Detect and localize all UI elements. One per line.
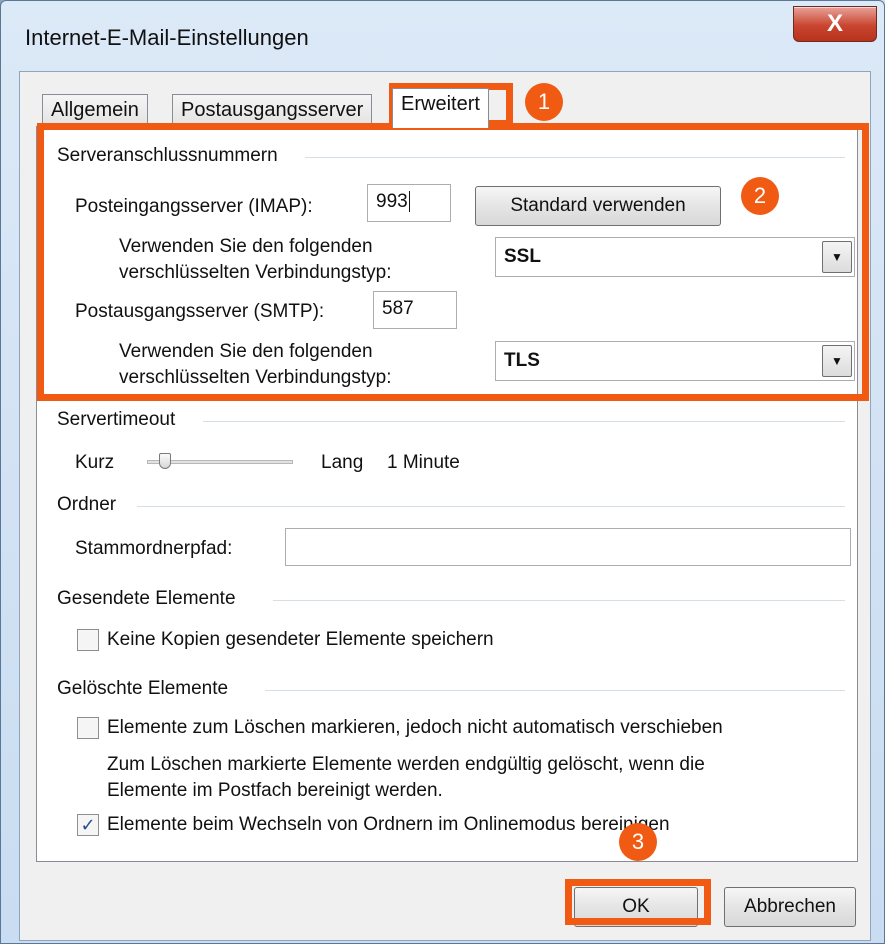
highlight-ok-button [565,879,711,925]
title-bar: Internet-E-Mail-Einstellungen X [1,1,884,71]
group-label-sent-items: Gesendete Elemente [57,588,236,609]
purge-on-switch-checkbox[interactable]: ✓ [77,814,99,836]
group-divider-deleted-items [265,690,845,691]
timeout-short-label: Kurz [75,452,115,473]
group-label-deleted-items: Gelöschte Elemente [57,678,229,699]
tab-erweitert-label: Erweitert [401,93,480,115]
no-copies-label: Keine Kopien gesendeter Elemente speiche… [107,629,494,650]
close-button[interactable]: X [793,6,877,42]
annotation-badge-1: 1 [525,83,563,121]
deletion-note-line1: Zum Löschen markierte Elemente werden en… [107,754,705,775]
timeout-long-label: Lang [321,452,364,473]
checkmark-icon: ✓ [80,814,96,835]
group-label-timeout: Servertimeout [57,409,176,430]
window-title: Internet-E-Mail-Einstellungen [25,25,309,50]
annotation-badge-3: 3 [619,823,657,861]
mark-for-deletion-label: Elemente zum Löschen markieren, jedoch n… [107,717,723,738]
root-path-label: Stammordnerpfad: [75,538,233,559]
group-divider-timeout [203,421,845,422]
highlight-server-ports [37,123,869,401]
purge-on-switch-label: Elemente beim Wechseln von Ordnern im On… [107,814,670,835]
close-icon: X [826,10,843,37]
cancel-button-label: Abbrechen [744,896,836,917]
mark-for-deletion-checkbox[interactable] [77,717,99,739]
timeout-value: 1 Minute [387,452,460,473]
no-copies-checkbox[interactable] [77,629,99,651]
tab-allgemein-label: Allgemein [51,99,139,121]
group-label-folders: Ordner [57,494,117,515]
timeout-slider-thumb[interactable] [159,453,171,469]
group-divider-folders [137,506,845,507]
annotation-badge-2: 2 [741,177,779,215]
cancel-button[interactable]: Abbrechen [724,887,856,927]
deletion-note-line2: Elemente im Postfach bereinigt werden. [107,780,443,801]
tab-postausgangsserver-label: Postausgangsserver [181,99,364,121]
root-path-input[interactable] [285,528,851,566]
group-divider-sent-items [273,600,845,601]
tab-erweitert[interactable]: Erweitert [392,88,489,128]
dialog-window: Internet-E-Mail-Einstellungen X Allgemei… [0,0,885,944]
